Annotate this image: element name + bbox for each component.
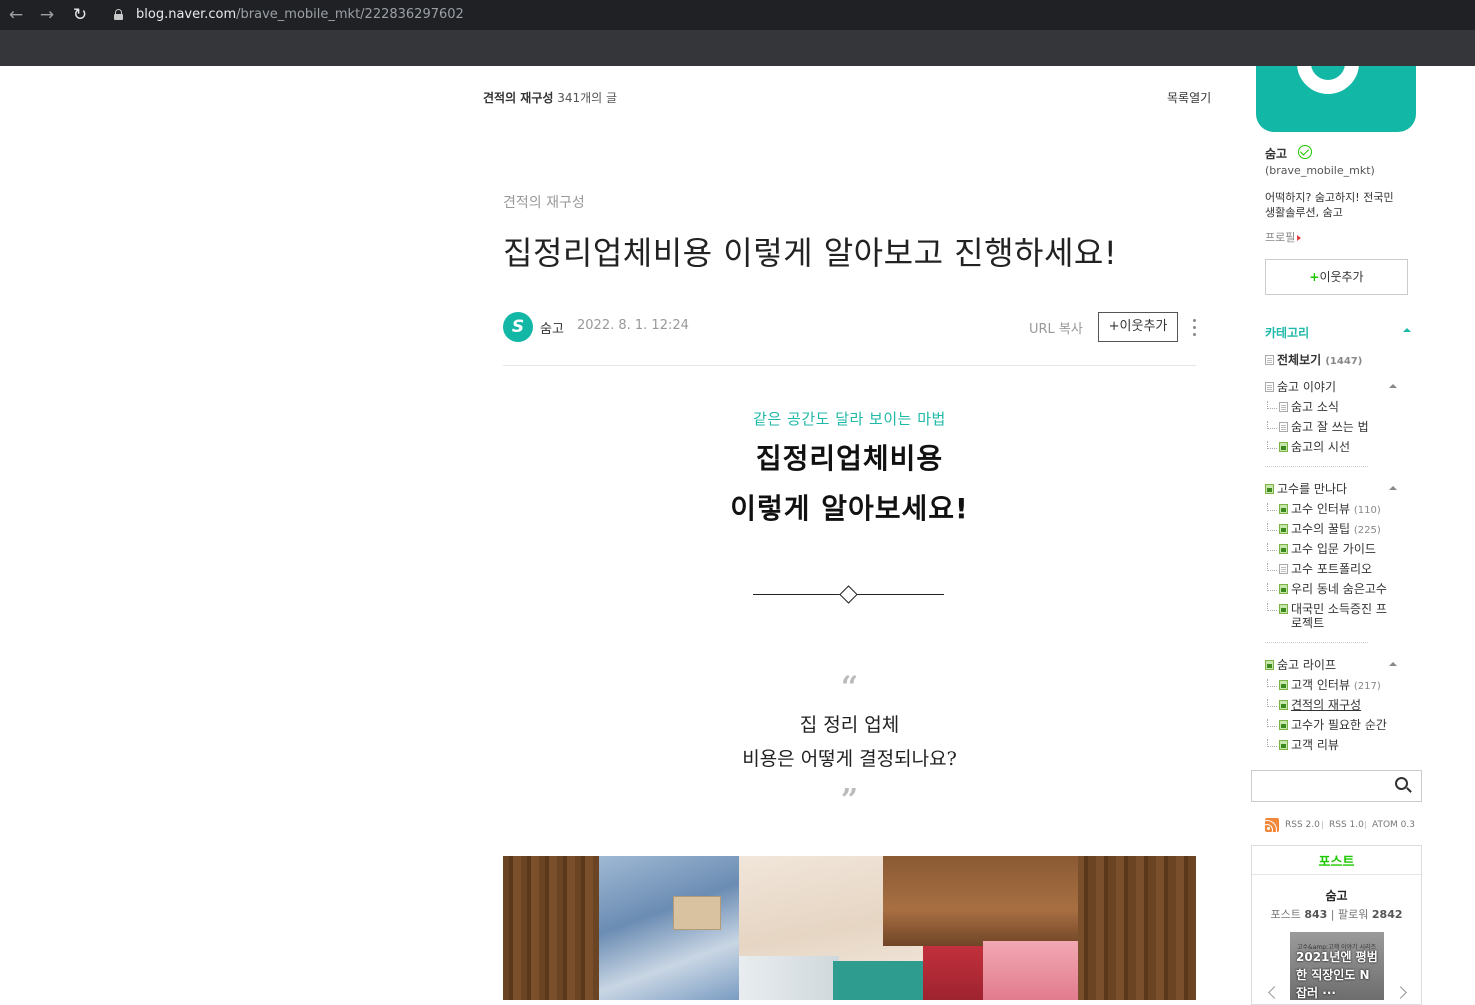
quote-line2: 비용은 어떻게 결정되나요?: [742, 748, 957, 770]
atom-link[interactable]: ATOM 0.3: [1372, 820, 1415, 830]
document-icon: [1265, 382, 1274, 392]
close-quote-icon: ”: [840, 783, 859, 818]
category-item-somgo-story[interactable]: 숨고 이야기: [1265, 380, 1336, 394]
category-item-customer-interview[interactable]: 고객 인터뷰 (217): [1267, 678, 1381, 694]
post-category-link[interactable]: 견적의 재구성: [503, 192, 585, 212]
lock-icon[interactable]: [114, 9, 123, 20]
post-heading-line2: 이렇게 알아보세요!: [730, 492, 969, 525]
category-item-customer-review[interactable]: 고객 리뷰: [1267, 738, 1339, 752]
image-post-icon: [1279, 740, 1288, 750]
back-arrow-icon[interactable]: ←: [6, 5, 26, 25]
category-item-income-project[interactable]: 대국민 소득증진 프: [1267, 602, 1387, 616]
rss2-link[interactable]: RSS 2.0: [1285, 820, 1320, 830]
post-widget-nickname[interactable]: 숨고: [1251, 887, 1422, 904]
category-item-meet-gosu[interactable]: 고수를 만나다: [1265, 482, 1347, 496]
feed-separator: [1365, 821, 1366, 829]
post-header-divider: [503, 365, 1196, 366]
post-photo-clothes-drawer: [503, 856, 1196, 1000]
quote-line1: 집 정리 업체: [799, 714, 900, 736]
image-post-icon: [1279, 524, 1288, 534]
image-post-icon: [1279, 720, 1288, 730]
document-icon: [1279, 564, 1288, 574]
post-widget-divider: [1252, 874, 1421, 875]
rss-icon[interactable]: [1265, 818, 1279, 832]
blog-id: (brave_mobile_mkt): [1265, 164, 1375, 177]
author-avatar[interactable]: S: [503, 312, 533, 342]
collapse-caret-icon[interactable]: [1389, 662, 1397, 666]
reload-icon[interactable]: ↻: [70, 5, 90, 25]
image-post-icon: [1279, 442, 1288, 452]
category-item-howto[interactable]: 숨고 잘 쓰는 법: [1267, 420, 1369, 434]
divider-line-left: [753, 594, 843, 595]
category-collapse-icon[interactable]: [1403, 328, 1411, 332]
blog-intro: 어떡하지? 숨고하지! 전국민 생활솔루션, 숨고: [1265, 191, 1394, 219]
post-title: 집정리업체비용 이렇게 알아보고 진행하세요!: [503, 234, 1118, 272]
post-widget-thumb-title: 2021년엔 평범한 직장인도 N잡러 ···: [1296, 950, 1378, 1000]
document-icon: [1279, 422, 1288, 432]
forward-arrow-icon[interactable]: →: [37, 5, 57, 25]
list-open-link[interactable]: 목록열기: [1167, 89, 1211, 106]
more-options-icon[interactable]: [1188, 317, 1200, 339]
blog-category-header[interactable]: 견적의 재구성 341개의 글: [483, 89, 617, 106]
category-item-gosu-guide[interactable]: 고수 입문 가이드: [1267, 542, 1376, 556]
image-post-icon: [1265, 484, 1274, 494]
collapse-caret-icon[interactable]: [1389, 486, 1397, 490]
image-post-icon: [1265, 660, 1274, 670]
url-copy-button[interactable]: URL 복사: [1029, 318, 1083, 337]
category-separator: [1265, 642, 1368, 643]
post-date: 2022. 8. 1. 12:24: [577, 318, 689, 333]
category-item-gosu-tips[interactable]: 고수의 꿀팁 (225): [1267, 522, 1381, 538]
post-widget-title[interactable]: 포스트: [1251, 851, 1422, 870]
collapse-caret-icon[interactable]: [1389, 384, 1397, 388]
post-subtitle: 같은 공간도 달라 보이는 마법: [753, 410, 946, 428]
document-icon: [1265, 355, 1274, 365]
image-post-icon: [1279, 700, 1288, 710]
category-item-income-project-wrap[interactable]: 로젝트: [1291, 616, 1324, 630]
category-item-hidden-gosu[interactable]: 우리 동네 숨은고수: [1267, 582, 1387, 596]
divider-line-right: [855, 594, 944, 595]
profile-link[interactable]: 프로필: [1265, 229, 1302, 245]
rss1-link[interactable]: RSS 1.0: [1329, 820, 1364, 830]
image-post-icon: [1279, 680, 1288, 690]
verified-check-icon: [1298, 145, 1312, 159]
category-item-somgo-life[interactable]: 숨고 라이프: [1265, 658, 1336, 672]
sidebar-add-neighbor-button[interactable]: +이웃추가: [1265, 259, 1408, 295]
post-widget-stats: 포스트 843 | 팔로워 2842: [1270, 908, 1403, 921]
category-title[interactable]: 카테고리: [1265, 324, 1309, 341]
post-widget-thumbnail[interactable]: 고수&amp;고객 이야기 시리즈 2021년엔 평범한 직장인도 N잡러 ··…: [1290, 932, 1384, 1000]
category-separator: [1265, 466, 1368, 467]
image-post-icon: [1279, 504, 1288, 514]
image-post-icon: [1279, 604, 1288, 614]
category-item-gosu-portfolio[interactable]: 고수 포트폴리오: [1267, 562, 1372, 576]
feed-separator: [1322, 821, 1323, 829]
image-post-icon: [1279, 544, 1288, 554]
post-heading-line1: 집정리업체비용: [755, 442, 944, 475]
image-post-icon: [1279, 584, 1288, 594]
category-item-estimate[interactable]: 견적의 재구성: [1267, 698, 1361, 712]
address-url[interactable]: blog.naver.com/brave_mobile_mkt/22283629…: [136, 7, 464, 22]
browser-bookmarks-bar: [0, 30, 1475, 66]
search-icon[interactable]: [1395, 777, 1413, 795]
divider-diamond-icon: [839, 585, 858, 604]
blog-profile-image[interactable]: [1256, 66, 1416, 132]
arrow-right-icon: [1297, 235, 1302, 241]
category-item-news[interactable]: 숨고 소식: [1267, 400, 1339, 414]
author-name[interactable]: 숨고: [540, 318, 564, 337]
blog-nickname[interactable]: 숨고: [1265, 145, 1287, 162]
category-item-gosu-interview[interactable]: 고수 인터뷰 (110): [1267, 502, 1381, 518]
category-item-view[interactable]: 숨고의 시선: [1267, 440, 1350, 454]
category-item-all[interactable]: 전체보기 (1447): [1265, 353, 1362, 369]
document-icon: [1279, 402, 1288, 412]
category-item-gosu-moment[interactable]: 고수가 필요한 순간: [1267, 718, 1387, 732]
add-neighbor-button[interactable]: +이웃추가: [1098, 312, 1178, 342]
open-quote-icon: “: [840, 670, 859, 705]
